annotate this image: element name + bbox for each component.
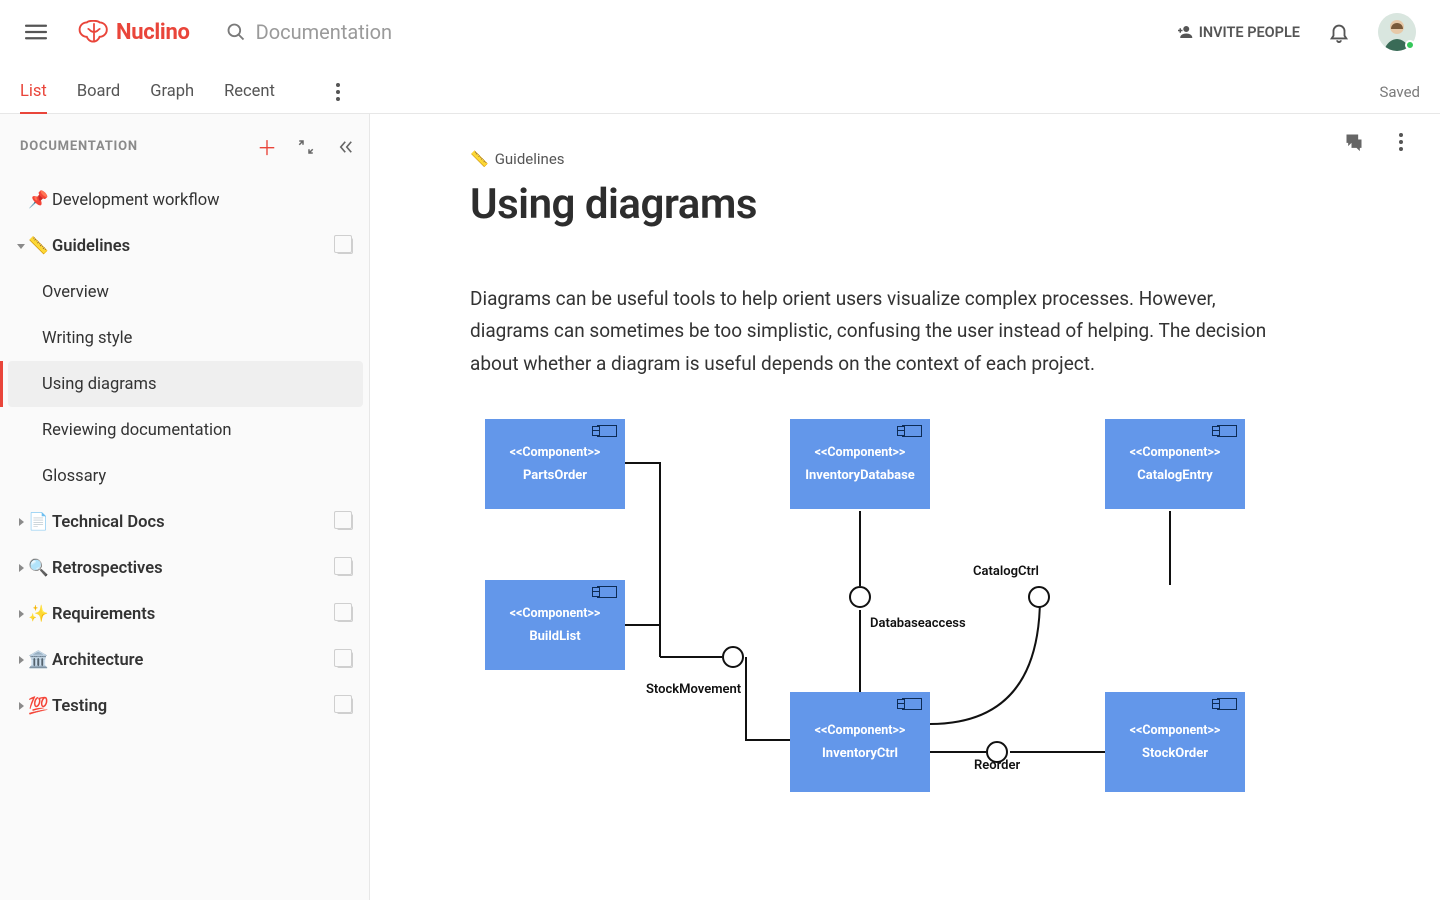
sidebar-item-reviewing-documentation[interactable]: Reviewing documentation [8, 407, 363, 453]
component-stock-order: <<Component>>StockOrder [1105, 692, 1245, 792]
brain-icon [78, 20, 110, 44]
breadcrumb-label: Guidelines [495, 150, 565, 168]
topbar-right: INVITE PEOPLE [1175, 13, 1416, 51]
search-icon [226, 22, 246, 42]
sidebar-section-retrospectives[interactable]: 🔍 Retrospectives [8, 545, 363, 591]
chevron-right-icon [14, 656, 28, 664]
invite-icon [1175, 23, 1193, 41]
component-inventory-ctrl: <<Component>>InventoryCtrl [790, 692, 930, 792]
invite-label: INVITE PEOPLE [1199, 24, 1300, 41]
notifications-button[interactable] [1328, 21, 1350, 43]
chevron-right-icon [14, 518, 28, 526]
search-placeholder: Documentation [256, 20, 393, 44]
tab-recent[interactable]: Recent [224, 82, 275, 113]
presence-indicator [1405, 40, 1415, 50]
save-status: Saved [1379, 83, 1420, 113]
sidebar-tree: 📌 Development workflow 📏 Guidelines Over… [0, 173, 369, 729]
expand-button[interactable] [297, 138, 315, 156]
ruler-icon: 📏 [470, 150, 489, 168]
view-tabs: List Board Graph Recent Saved [0, 64, 1440, 114]
ruler-icon: 📏 [28, 237, 48, 256]
topbar: Nuclino Documentation INVITE PEOPLE [0, 0, 1440, 64]
building-icon: 🏛️ [28, 651, 48, 670]
label-reorder: Reorder [974, 758, 1020, 773]
chevron-right-icon [14, 702, 28, 710]
user-avatar[interactable] [1378, 13, 1416, 51]
pin-icon: 📌 [28, 191, 48, 210]
sparkle-icon: ✨ [28, 605, 48, 624]
sidebar-section-architecture[interactable]: 🏛️ Architecture [8, 637, 363, 683]
chevron-right-icon [14, 564, 28, 572]
sidebar-section-requirements[interactable]: ✨ Requirements [8, 591, 363, 637]
menu-button[interactable] [18, 14, 54, 50]
add-item-button[interactable]: ＋ [257, 132, 275, 161]
invite-people-button[interactable]: INVITE PEOPLE [1175, 23, 1300, 41]
collapse-sidebar-button[interactable] [337, 138, 355, 156]
component-build-list: <<Component>>BuildList [485, 580, 625, 670]
doc-actions [1344, 132, 1410, 152]
hundred-icon: 💯 [28, 697, 48, 716]
tab-board[interactable]: Board [77, 82, 120, 113]
copy-icon[interactable] [337, 560, 353, 576]
tabs-more-button[interactable] [329, 83, 347, 113]
copy-icon[interactable] [337, 514, 353, 530]
page-title[interactable]: Using diagrams [470, 180, 1290, 229]
main-content: 📏 Guidelines Using diagrams Diagrams can… [370, 114, 1440, 900]
component-catalog-entry: <<Component>>CatalogEntry [1105, 419, 1245, 509]
tab-graph[interactable]: Graph [150, 82, 194, 113]
sidebar-item-glossary[interactable]: Glossary [8, 453, 363, 499]
breadcrumb[interactable]: 📏 Guidelines [470, 150, 1290, 168]
hamburger-icon [25, 21, 47, 43]
copy-icon[interactable] [337, 652, 353, 668]
tab-list[interactable]: List [20, 82, 47, 113]
copy-icon[interactable] [337, 238, 353, 254]
sidebar-section-guidelines[interactable]: 📏 Guidelines [8, 223, 363, 269]
interface-stockmovement [722, 646, 744, 668]
brand-logo[interactable]: Nuclino [78, 20, 190, 45]
doc-more-button[interactable] [1392, 133, 1410, 151]
chevron-down-icon [14, 244, 28, 249]
copy-icon[interactable] [337, 698, 353, 714]
label-catalogctrl: CatalogCtrl [973, 564, 1039, 579]
interface-databaseaccess [849, 586, 871, 608]
search-input[interactable]: Documentation [226, 20, 393, 44]
sidebar-item-overview[interactable]: Overview [8, 269, 363, 315]
label-stockmovement: StockMovement [646, 682, 741, 697]
sidebar-item-using-diagrams[interactable]: Using diagrams [8, 361, 363, 407]
document-icon: 📄 [28, 513, 48, 532]
interface-catalogctrl [1028, 586, 1050, 608]
copy-icon[interactable] [337, 606, 353, 622]
comments-button[interactable] [1344, 132, 1364, 152]
sidebar-heading: DOCUMENTATION [20, 139, 138, 154]
sidebar-item-writing-style[interactable]: Writing style [8, 315, 363, 361]
component-parts-order: <<Component>>PartsOrder [485, 419, 625, 509]
chevron-right-icon [14, 610, 28, 618]
body: DOCUMENTATION ＋ 📌 Development workflow 📏… [0, 114, 1440, 900]
sidebar-section-testing[interactable]: 💯 Testing [8, 683, 363, 729]
magnifier-icon: 🔍 [28, 559, 48, 578]
sidebar-section-technical-docs[interactable]: 📄 Technical Docs [8, 499, 363, 545]
label-databaseaccess: Databaseaccess [870, 616, 966, 631]
sidebar-header: DOCUMENTATION ＋ [0, 120, 369, 173]
brand-name: Nuclino [116, 20, 190, 45]
sidebar: DOCUMENTATION ＋ 📌 Development workflow 📏… [0, 114, 370, 900]
component-inventory-database: <<Component>>InventoryDatabase [790, 419, 930, 509]
doc-paragraph[interactable]: Diagrams can be useful tools to help ori… [470, 283, 1290, 380]
sidebar-pinned-item[interactable]: 📌 Development workflow [8, 177, 363, 223]
document: 📏 Guidelines Using diagrams Diagrams can… [370, 114, 1290, 814]
component-diagram: <<Component>>PartsOrder <<Component>>Inv… [470, 414, 1290, 814]
